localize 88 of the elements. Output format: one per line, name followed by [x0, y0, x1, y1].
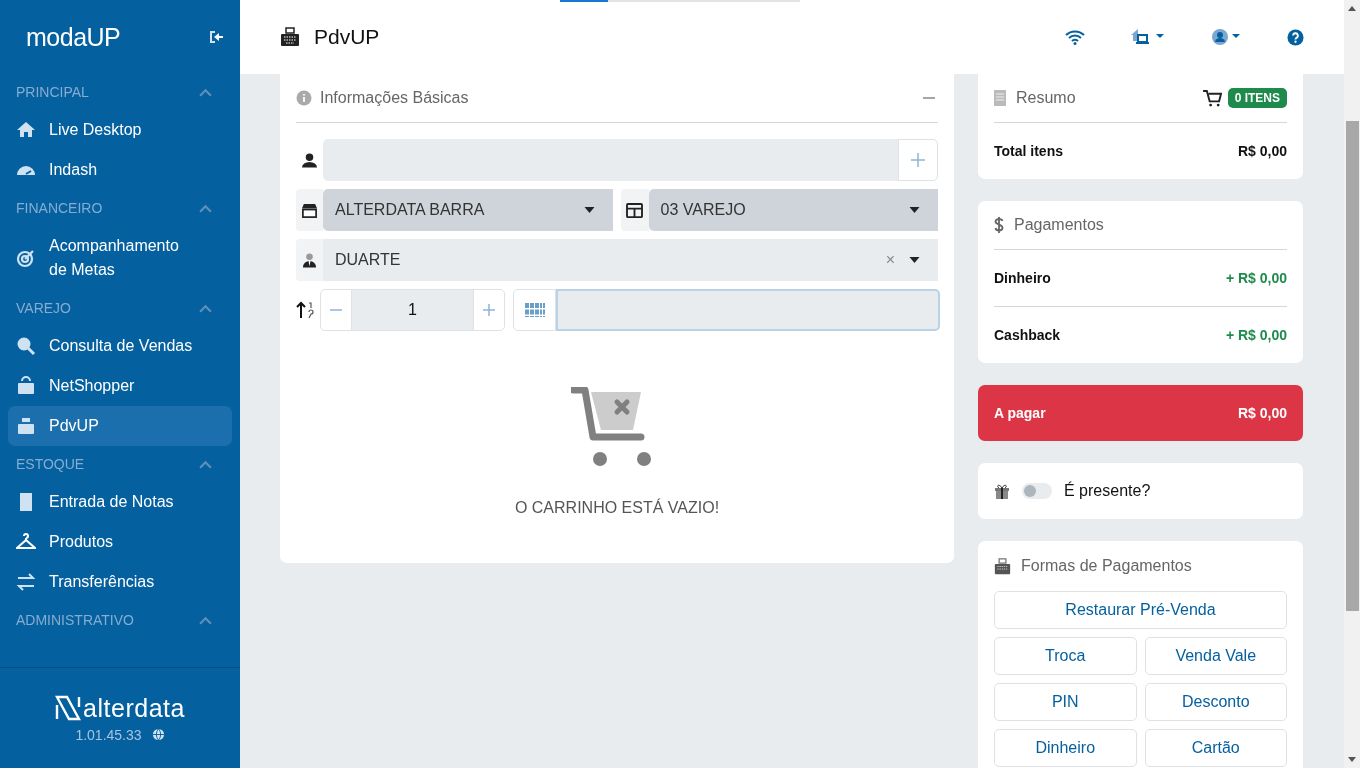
- receipt-icon: [994, 90, 1006, 106]
- seller-icon: [302, 252, 317, 268]
- payment-value: + R$ 0,00: [1225, 327, 1287, 343]
- alterdata-logo: alterdata: [83, 693, 185, 723]
- home-laptop-icon[interactable]: [1131, 28, 1165, 46]
- payment-method-button[interactable]: PIN: [994, 683, 1137, 721]
- price-table-select[interactable]: 03 VAREJO: [648, 189, 938, 231]
- store-icon: [301, 201, 318, 219]
- transfer-icon: [16, 572, 36, 592]
- caret-icon: [909, 257, 920, 263]
- scrollbar[interactable]: [1344, 0, 1360, 768]
- chevron-icon[interactable]: [199, 459, 212, 469]
- search-icon: [16, 336, 36, 356]
- payment-method-button[interactable]: Desconto: [1144, 683, 1287, 721]
- chevron-icon[interactable]: [199, 303, 212, 313]
- sort-numeric-icon: [296, 301, 316, 319]
- moda-up-logo: modaUP: [26, 22, 121, 52]
- section-title: PRINCIPAL: [16, 84, 89, 100]
- section-title: VAREJO: [16, 300, 71, 316]
- gift-toggle[interactable]: [1022, 483, 1052, 499]
- cart-icon: [1202, 89, 1222, 107]
- wifi-icon[interactable]: [1065, 29, 1085, 45]
- barcode-icon: [524, 303, 545, 317]
- table-icon: [626, 202, 643, 218]
- version-text: 1.01.45.33: [75, 726, 142, 743]
- gift-label: É presente?: [1064, 482, 1151, 500]
- user-avatar-icon[interactable]: [1211, 28, 1241, 46]
- store-select[interactable]: ALTERDATA BARRA: [323, 189, 613, 231]
- caret-icon: [909, 207, 920, 213]
- sidebar-item[interactable]: Produtos: [8, 522, 232, 562]
- payment-method-button[interactable]: Restaurar Pré-Venda: [994, 591, 1287, 629]
- sidebar-item[interactable]: Live Desktop: [8, 110, 232, 150]
- payment-label: Cashback: [994, 327, 1061, 343]
- person-icon: [302, 152, 317, 168]
- globe-icon[interactable]: [151, 728, 165, 741]
- section-title: ESTOQUE: [16, 456, 85, 472]
- sidebar-item[interactable]: Consulta de Vendas: [8, 326, 232, 366]
- dollar-icon: [994, 217, 1004, 233]
- sidebar-item[interactable]: Entrada de Notas: [8, 482, 232, 522]
- row-value: R$ 0,00: [1237, 143, 1287, 159]
- cash-register-icon: [280, 27, 300, 47]
- bag-icon: [16, 376, 36, 396]
- scroll-up-icon[interactable]: [1348, 6, 1356, 11]
- brand-mark-icon: [55, 695, 82, 721]
- plus-icon: [910, 152, 926, 168]
- amount-due-label: A pagar: [994, 405, 1046, 421]
- chevron-icon[interactable]: [199, 615, 212, 625]
- sidebar-item[interactable]: NetShopper: [8, 366, 232, 406]
- card-title: Resumo: [1016, 89, 1076, 107]
- cash-register-icon: [994, 557, 1011, 575]
- add-customer-button[interactable]: [898, 139, 938, 181]
- payment-method-button[interactable]: Dinheiro: [994, 729, 1137, 767]
- payment-label: Dinheiro: [994, 270, 1051, 286]
- payment-value: + R$ 0,00: [1225, 270, 1287, 286]
- quantity-field[interactable]: 1: [351, 290, 474, 330]
- sidebar-item[interactable]: Acompanhamento de Metas: [8, 226, 232, 290]
- card-title: Pagamentos: [1014, 216, 1104, 234]
- barcode-field[interactable]: [556, 289, 940, 331]
- hanger-icon: [16, 532, 36, 552]
- seller-select[interactable]: DUARTE ×: [323, 239, 938, 281]
- payment-method-button[interactable]: Venda Vale: [1144, 637, 1287, 675]
- empty-cart-message: O CARRINHO ESTÁ VAZIO!: [514, 499, 720, 517]
- amount-due-value: R$ 0,00: [1237, 405, 1287, 421]
- gift-icon: [994, 483, 1010, 499]
- items-count-badge: 0 ITENS: [1227, 88, 1287, 108]
- caret-icon: [583, 207, 595, 213]
- sidebar-item[interactable]: Transferências: [8, 562, 232, 602]
- card-title: Formas de Pagamentos: [1021, 557, 1192, 575]
- payment-method-button[interactable]: Cartão: [1144, 729, 1287, 767]
- chevron-icon[interactable]: [199, 203, 212, 213]
- sign-out-icon[interactable]: [208, 29, 224, 45]
- card-title: Informações Básicas: [320, 89, 469, 107]
- scroll-down-icon[interactable]: [1348, 757, 1356, 762]
- section-title: ADMINISTRATIVO: [16, 612, 134, 628]
- chevron-icon[interactable]: [199, 87, 212, 97]
- page-title: PdvUP: [314, 25, 380, 49]
- sidebar-item[interactable]: PdvUP: [8, 406, 232, 446]
- payment-method-button[interactable]: Troca: [994, 637, 1137, 675]
- info-icon: [296, 90, 312, 106]
- sidebar-item[interactable]: Indash: [8, 150, 232, 190]
- register-icon: [16, 416, 36, 436]
- section-title: FINANCEIRO: [16, 200, 103, 216]
- target-icon: [16, 248, 36, 268]
- plus-icon: [482, 303, 496, 317]
- home-icon: [16, 120, 36, 140]
- row-label: Total itens: [994, 143, 1063, 159]
- customer-field[interactable]: [323, 139, 898, 181]
- help-icon[interactable]: [1287, 28, 1304, 46]
